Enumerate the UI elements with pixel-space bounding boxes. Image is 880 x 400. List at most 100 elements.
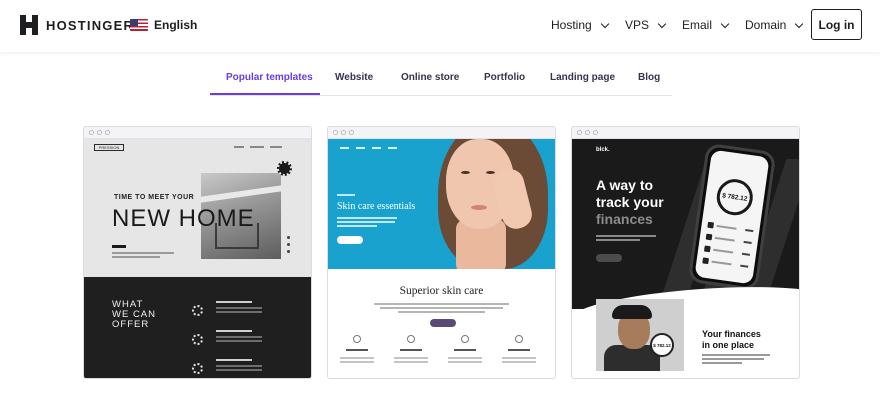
preview-hero: PRESSION TIME TO MEET YOUR NEW HOME [84, 139, 311, 277]
feature-icon [461, 335, 469, 343]
nav-email[interactable]: Email [682, 18, 730, 32]
nav-hosting-label: Hosting [551, 18, 592, 32]
preview-section-button [430, 319, 456, 327]
window-dot-icon [333, 130, 338, 135]
language-selector[interactable]: English [130, 18, 197, 32]
model-eye [486, 171, 495, 174]
feature-icon [515, 335, 523, 343]
chevron-down-icon [657, 19, 667, 28]
preview-text-line [337, 221, 395, 223]
offer-item-text [216, 311, 262, 313]
transaction-row [705, 233, 752, 246]
flower-icon [192, 363, 203, 374]
window-dot-icon [105, 130, 110, 135]
preview-hero-button [337, 236, 363, 244]
preview-hero-title: Skin care essentials [337, 201, 416, 212]
preview-offer-section: WHAT WE CAN OFFER [84, 277, 311, 378]
feature-label [508, 349, 530, 351]
preview-text-line [112, 256, 160, 258]
nav-email-label: Email [682, 18, 713, 32]
transaction-row [703, 245, 751, 257]
social-dot-icon [287, 243, 290, 246]
offer-item-text [216, 365, 262, 367]
preview-text-line [380, 307, 503, 309]
site-header: HOSTINGER English Hosting VPS Email Doma… [0, 0, 880, 52]
feature-text [448, 361, 482, 363]
model-eye [461, 171, 470, 174]
balance-badge: $ 782.12 [650, 333, 674, 357]
model-lips [471, 205, 487, 210]
login-button[interactable]: Log in [811, 9, 862, 40]
browser-window-bar [328, 127, 555, 139]
preview-text-line [702, 358, 764, 360]
window-dot-icon [97, 130, 102, 135]
preview-eyebrow-text [337, 194, 355, 196]
offer-item-title [216, 301, 252, 303]
tab-landing-page[interactable]: Landing page [550, 72, 615, 83]
hostinger-logo[interactable]: HOSTINGER [20, 15, 134, 35]
preview-headline-muted: finances [596, 211, 653, 227]
preview-text-line [112, 252, 174, 254]
preview-text-line [398, 311, 485, 313]
preview-nav-line [356, 147, 365, 149]
feature-text [502, 357, 536, 359]
tab-online-store[interactable]: Online store [401, 72, 459, 83]
feature-label [400, 349, 422, 351]
hostinger-logo-icon [20, 15, 38, 35]
feature-text [340, 361, 374, 363]
offer-item-title [216, 359, 252, 361]
browser-window-bar [84, 127, 311, 139]
template-card-finance-app[interactable]: blck. A way to track your finances $ 782… [571, 126, 800, 379]
customer-cap [612, 305, 652, 319]
window-dot-icon [593, 130, 598, 135]
flower-icon [192, 305, 203, 316]
window-dot-icon [585, 130, 590, 135]
active-tab-indicator [210, 93, 320, 95]
feature-label [454, 349, 476, 351]
template-preview: Skin care essentials Superior skin care [328, 139, 555, 378]
nav-domain-label: Domain [745, 18, 787, 32]
preview-text-line [337, 217, 397, 219]
transaction-row [707, 221, 754, 234]
preview-text-line [337, 225, 377, 227]
feature-text [394, 357, 428, 359]
flower-icon [192, 334, 203, 345]
tab-portfolio[interactable]: Portfolio [484, 72, 525, 83]
tab-popular-templates[interactable]: Popular templates [226, 72, 313, 83]
preview-brand: blck. [596, 147, 610, 153]
nav-vps-label: VPS [625, 18, 650, 32]
feature-text [448, 357, 482, 359]
nav-vps[interactable]: VPS [625, 18, 667, 32]
nav-hosting[interactable]: Hosting [551, 18, 609, 32]
preview-nav-line [340, 147, 349, 149]
offer-item-text [216, 340, 262, 342]
preview-brand: PRESSION [94, 144, 124, 151]
tab-website[interactable]: Website [335, 72, 373, 83]
browser-window-bar [572, 127, 799, 139]
preview-text-line [374, 303, 509, 305]
template-card-real-estate[interactable]: PRESSION TIME TO MEET YOUR NEW HOME WHAT… [83, 126, 312, 379]
tab-blog[interactable]: Blog [638, 72, 660, 83]
phone-screen: $ 782.12 [694, 149, 770, 285]
window-dot-icon [577, 130, 582, 135]
offer-item-text [216, 369, 262, 371]
feature-label [346, 349, 368, 351]
social-dot-icon [287, 250, 290, 253]
customer-photo [596, 299, 684, 371]
offer-item-text [216, 336, 262, 338]
preview-text-line [702, 354, 770, 356]
template-card-skin-care[interactable]: Skin care essentials Superior skin care [327, 126, 556, 379]
balance-ring: $ 782.12 [714, 176, 756, 218]
preview-text-line [596, 235, 656, 237]
window-dot-icon [341, 130, 346, 135]
nav-domain[interactable]: Domain [745, 18, 804, 32]
preview-nav-line [372, 147, 381, 149]
preview-nav-line [270, 146, 282, 148]
brand-name: HOSTINGER [46, 17, 135, 33]
preview-accent-bar [112, 245, 126, 248]
transaction-row [702, 257, 749, 269]
preview-text-line [702, 362, 742, 364]
window-dot-icon [89, 130, 94, 135]
template-preview: blck. A way to track your finances $ 782… [572, 139, 799, 378]
preview-tagline: TIME TO MEET YOUR [114, 194, 195, 201]
